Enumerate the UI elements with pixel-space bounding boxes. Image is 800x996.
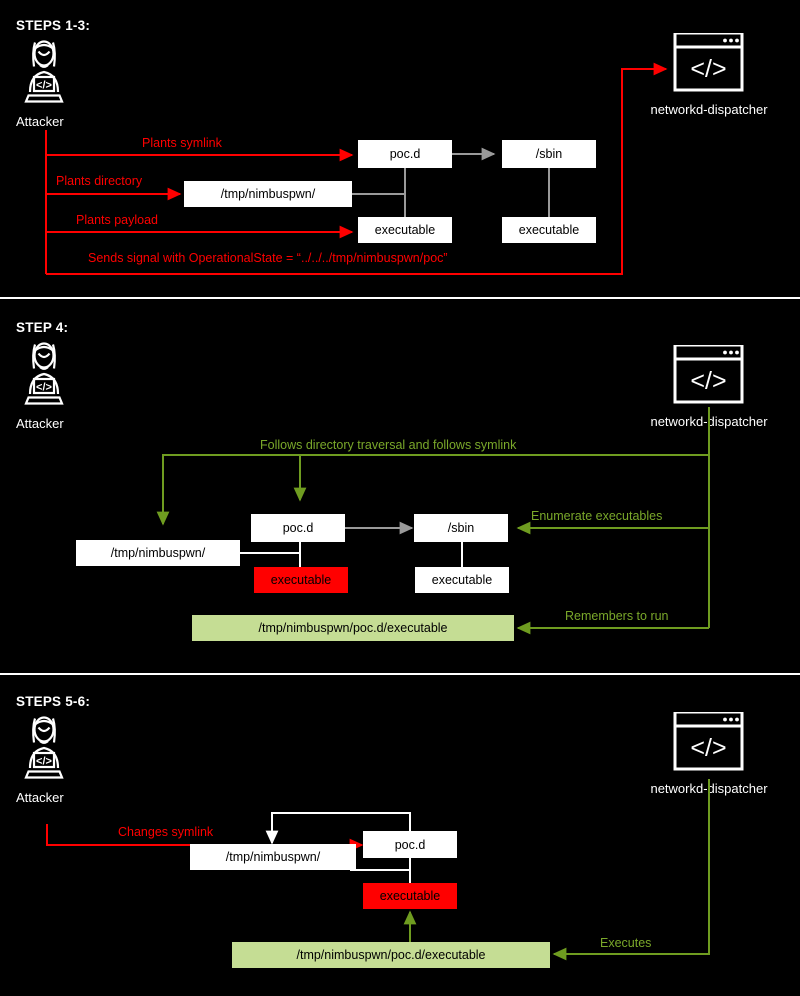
box-executable-right: executable xyxy=(415,567,509,593)
box-poc-d: poc.d xyxy=(363,831,457,858)
box-executable-left: executable xyxy=(358,217,452,243)
label-plants-directory: Plants directory xyxy=(56,174,143,188)
label-remembers-to-run: Remembers to run xyxy=(565,609,669,623)
box-resolved-path: /tmp/nimbuspwn/poc.d/executable xyxy=(192,615,514,641)
box-executable-payload: executable xyxy=(363,883,457,909)
box-tmp-nimbuspwn: /tmp/nimbuspwn/ xyxy=(76,540,240,566)
box-sbin: /sbin xyxy=(414,514,508,542)
panel-step-4: STEP 4: </> Attacker </> poc.d /sbin /tm… xyxy=(0,300,800,673)
panel-steps-5-6: STEPS 5-6: </> Attacker </> networkd-dis… xyxy=(0,676,800,996)
panel-steps-1-3: STEPS 1-3: </> Attacker </> networkd-dis… xyxy=(0,0,800,297)
label-plants-payload: Plants payload xyxy=(76,213,159,227)
box-poc-d: poc.d xyxy=(251,514,345,542)
box-executable-payload: executable xyxy=(254,567,348,593)
label-plants-symlink: Plants symlink xyxy=(142,136,222,150)
label-changes-symlink: Changes symlink xyxy=(118,825,214,839)
box-poc-d: poc.d xyxy=(358,140,452,168)
box-sbin: /sbin xyxy=(502,140,596,168)
panel-divider-1 xyxy=(0,297,800,299)
label-follows-traversal: Follows directory traversal and follows … xyxy=(260,438,517,452)
label-sends-signal: Sends signal with OperationalState = “..… xyxy=(88,251,448,265)
box-tmp-nimbuspwn: /tmp/nimbuspwn/ xyxy=(190,844,356,870)
box-tmp-nimbuspwn: /tmp/nimbuspwn/ xyxy=(184,181,352,207)
box-resolved-path: /tmp/nimbuspwn/poc.d/executable xyxy=(232,942,550,968)
panel-divider-2 xyxy=(0,673,800,675)
box-executable-right: executable xyxy=(502,217,596,243)
label-enumerate-executables: Enumerate executables xyxy=(531,509,663,523)
label-executes: Executes xyxy=(600,936,652,950)
